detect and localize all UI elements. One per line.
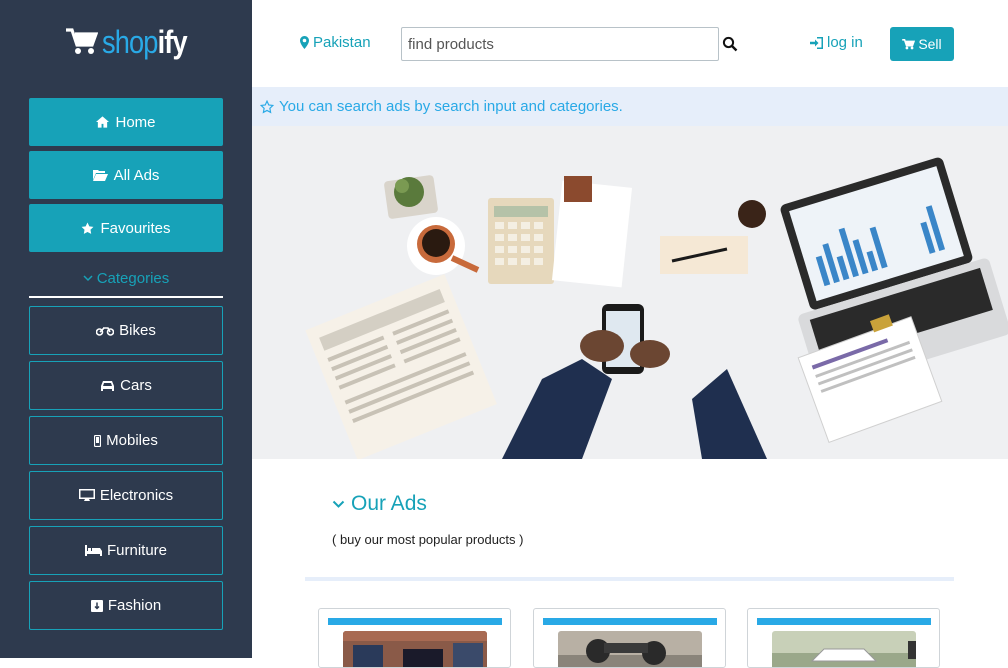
ad-card-bar xyxy=(543,618,717,625)
category-electronics-button[interactable]: Electronics xyxy=(29,471,223,520)
hero-illustration xyxy=(252,126,1008,459)
ad-card-image[interactable] xyxy=(772,631,916,667)
location-selector[interactable]: Pakistan xyxy=(300,34,371,51)
categories-label: Categories xyxy=(96,269,170,287)
nav-favourites-button[interactable]: Favourites xyxy=(29,204,223,252)
sign-in-icon xyxy=(810,36,823,49)
ad-card-image[interactable] xyxy=(558,631,702,667)
nav-home-label: Home xyxy=(115,113,156,131)
our-ads-title-text: Our Ads xyxy=(351,492,427,515)
motorcycle-icon xyxy=(96,327,115,336)
cart-icon xyxy=(902,38,916,49)
cart-icon xyxy=(66,28,98,54)
sell-button[interactable]: Sell xyxy=(890,27,954,61)
categories-divider xyxy=(29,296,223,298)
star-icon xyxy=(82,222,94,234)
brand-name-light: shop xyxy=(102,23,158,60)
category-bikes-label: Bikes xyxy=(119,322,156,339)
sidebar: shopify Home All Ads Favourites Categori… xyxy=(0,0,252,658)
category-electronics-label: Electronics xyxy=(99,487,174,504)
nav-all-ads-button[interactable]: All Ads xyxy=(29,151,223,199)
ad-card-motorbike[interactable] xyxy=(533,608,726,668)
categories-header[interactable]: Categories xyxy=(29,266,223,290)
nav-all-ads-label: All Ads xyxy=(113,166,160,184)
category-fashion-button[interactable]: Fashion xyxy=(29,581,223,630)
our-ads-title[interactable]: Our Ads xyxy=(332,492,427,516)
chevron-down-icon xyxy=(83,275,93,282)
info-bar: You can search ads by search input and c… xyxy=(252,87,1008,126)
our-ads-subtitle: ( buy our most popular products ) xyxy=(332,532,524,547)
folder-open-icon xyxy=(92,170,108,181)
top-bar: Pakistan log in Sell xyxy=(252,0,1008,87)
section-divider xyxy=(305,577,954,581)
category-cars-label: Cars xyxy=(120,377,152,394)
hero-image xyxy=(252,126,1008,459)
category-cars-button[interactable]: Cars xyxy=(29,361,223,410)
mobile-icon xyxy=(94,434,102,447)
login-label: log in xyxy=(827,34,863,51)
car-icon xyxy=(101,380,115,391)
category-furniture-label: Furniture xyxy=(106,542,168,559)
category-bikes-button[interactable]: Bikes xyxy=(29,306,223,355)
login-link[interactable]: log in xyxy=(810,34,863,51)
shirt-icon xyxy=(90,599,103,612)
category-furniture-button[interactable]: Furniture xyxy=(29,526,223,575)
nav-favourites-label: Favourites xyxy=(100,219,171,237)
sell-label: Sell xyxy=(918,36,942,52)
search-icon[interactable] xyxy=(722,36,738,52)
ad-card-bar xyxy=(757,618,931,625)
category-fashion-label: Fashion xyxy=(107,597,162,614)
info-text: You can search ads by search input and c… xyxy=(279,98,623,115)
ad-card-bar xyxy=(328,618,502,625)
brand-name: shopify xyxy=(102,23,188,61)
home-icon xyxy=(96,116,110,128)
map-marker-icon xyxy=(300,36,309,49)
star-outline-icon xyxy=(260,99,274,114)
desktop-icon xyxy=(78,489,95,501)
search-input[interactable] xyxy=(401,27,719,61)
brand-logo[interactable]: shopify xyxy=(66,22,202,62)
category-mobiles-button[interactable]: Mobiles xyxy=(29,416,223,465)
bed-icon xyxy=(84,545,102,556)
ad-card-image[interactable] xyxy=(343,631,487,667)
ad-card-car[interactable] xyxy=(747,608,940,668)
location-label: Pakistan xyxy=(313,34,371,51)
chevron-down-icon xyxy=(332,500,345,508)
nav-home-button[interactable]: Home xyxy=(29,98,223,146)
ad-card-bikes[interactable] xyxy=(318,608,511,668)
category-mobiles-label: Mobiles xyxy=(106,432,158,449)
brand-name-bold: ify xyxy=(157,23,188,60)
